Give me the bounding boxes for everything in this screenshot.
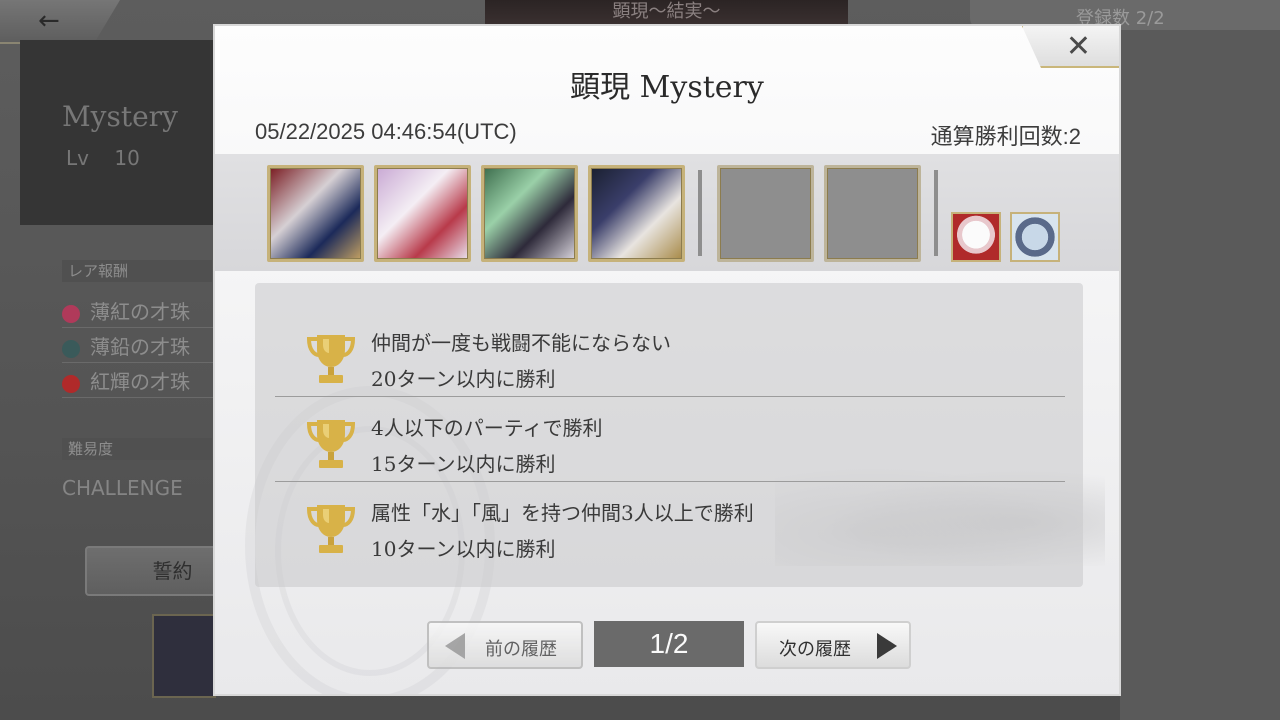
party-divider xyxy=(934,170,938,256)
vow-button: 誓約 xyxy=(85,546,220,596)
next-history-button[interactable]: 次の履歴 xyxy=(755,621,911,669)
background-right-strip xyxy=(1120,30,1280,720)
achievement-item: 属性「水」「風」を持つ仲間3人以上で勝利 10ターン以内に勝利 xyxy=(275,483,1065,567)
level-display: Lv 10 xyxy=(66,146,140,170)
difficulty-value: CHALLENGE xyxy=(62,476,183,500)
achievement-condition: 15ターン以内に勝利 xyxy=(371,452,556,476)
difficulty-label: 難易度 xyxy=(62,438,212,460)
character-portrait xyxy=(481,165,578,262)
gem-icon xyxy=(62,339,80,358)
achievement-item: 仲間が一度も戦闘不能にならない 20ターン以内に勝利 xyxy=(275,313,1065,397)
character-name: Mystery xyxy=(62,100,178,133)
reward-item: 紅輝の才珠 xyxy=(62,366,214,398)
previous-history-button[interactable]: 前の履歴 xyxy=(427,621,583,669)
gem-icon xyxy=(62,374,80,393)
header-title-band: 顕現〜結実〜 xyxy=(485,0,848,26)
achievement-condition: 10ターン以内に勝利 xyxy=(371,537,556,561)
battle-history-modal: ✕ 顕現 Mystery 05/22/2025 04:46:54(UTC) 通算… xyxy=(213,24,1121,696)
header-title: 顕現〜結実〜 xyxy=(612,1,721,22)
character-portrait xyxy=(374,165,471,262)
level-label: Lv xyxy=(66,146,89,170)
previous-history-label: 前の履歴 xyxy=(485,639,557,660)
achievement-condition: 4人以下のパーティで勝利 xyxy=(371,416,603,440)
battle-datetime: 05/22/2025 04:46:54(UTC) xyxy=(255,119,517,144)
character-portrait xyxy=(267,165,364,262)
reward-name: 薄紅の才珠 xyxy=(90,300,190,324)
trophy-icon xyxy=(306,335,356,383)
level-value: 10 xyxy=(114,146,140,170)
modal-title: 顕現 Mystery xyxy=(570,70,764,105)
party-lineup xyxy=(215,154,1119,271)
reward-item: 薄紅の才珠 xyxy=(62,296,214,328)
reward-name: 紅輝の才珠 xyxy=(90,370,190,394)
bottom-corner-frame xyxy=(152,614,216,698)
gem-icon xyxy=(62,304,80,323)
achievement-list: 仲間が一度も戦闘不能にならない 20ターン以内に勝利 4人以下のパーティで勝利 … xyxy=(255,283,1083,587)
character-portrait xyxy=(588,165,685,262)
trophy-icon xyxy=(306,420,356,468)
achievement-condition: 属性「水」「風」を持つ仲間3人以上で勝利 xyxy=(371,501,754,525)
close-icon: ✕ xyxy=(1065,29,1091,64)
back-button: ← xyxy=(0,0,120,44)
next-history-label: 次の履歴 xyxy=(779,639,851,660)
trophy-icon xyxy=(306,505,356,553)
arrow-left-icon xyxy=(445,633,465,659)
achievement-item: 4人以下のパーティで勝利 15ターン以内に勝利 xyxy=(275,398,1065,482)
arrow-left-icon: ← xyxy=(38,6,60,36)
arrow-right-icon xyxy=(877,633,897,659)
pet-icon xyxy=(1010,212,1060,262)
reward-item: 薄鉛の才珠 xyxy=(62,331,214,363)
achievement-condition: 仲間が一度も戦闘不能にならない xyxy=(371,331,671,355)
rare-reward-label: レア報酬 xyxy=(62,260,212,282)
character-panel: Mystery Lv 10 xyxy=(20,40,220,225)
empty-slot xyxy=(717,165,814,262)
pet-icon xyxy=(951,212,1001,262)
empty-slot xyxy=(824,165,921,262)
reward-name: 薄鉛の才珠 xyxy=(90,335,190,359)
page-indicator: 1/2 xyxy=(594,621,744,667)
party-divider xyxy=(698,170,702,256)
total-wins: 通算勝利回数:2 xyxy=(930,124,1081,149)
achievement-condition: 20ターン以内に勝利 xyxy=(371,367,556,391)
